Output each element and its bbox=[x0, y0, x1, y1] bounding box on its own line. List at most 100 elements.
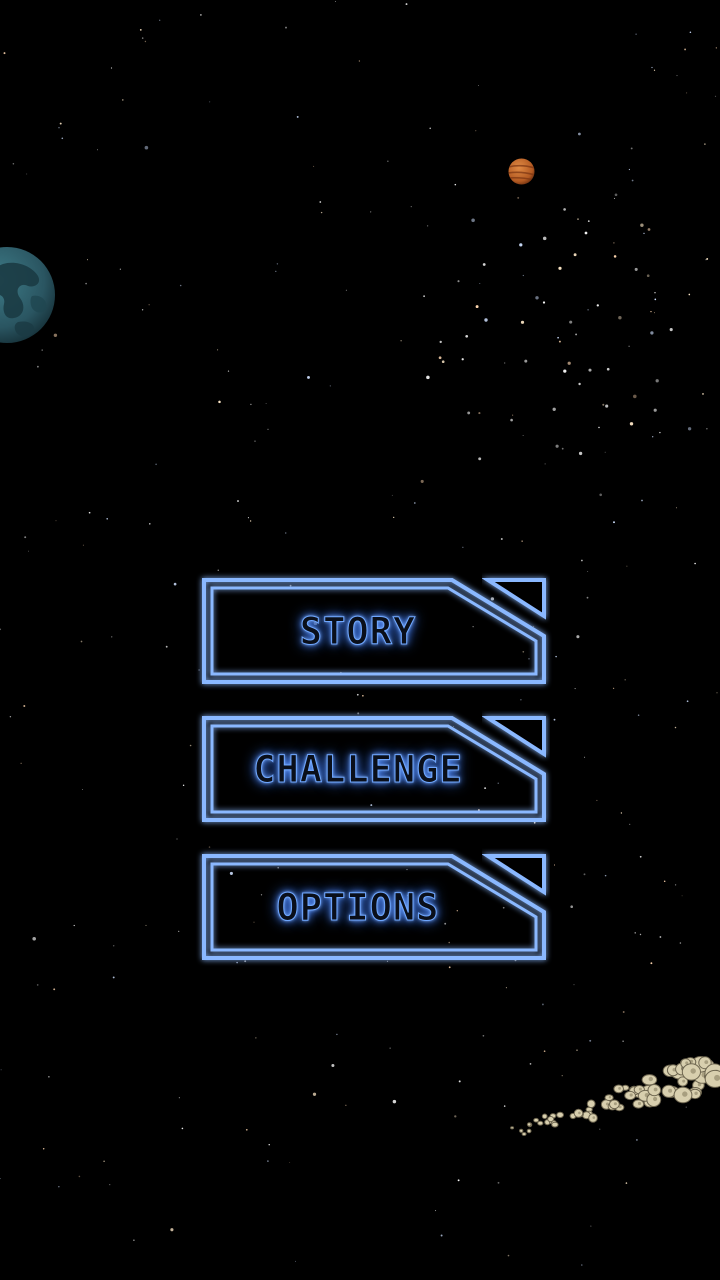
star bbox=[268, 1144, 270, 1146]
star bbox=[674, 726, 677, 729]
star bbox=[275, 270, 277, 273]
star bbox=[345, 289, 347, 291]
star bbox=[706, 428, 708, 430]
star bbox=[32, 937, 36, 941]
star bbox=[58, 126, 60, 129]
star bbox=[674, 884, 677, 886]
star bbox=[475, 130, 477, 132]
star bbox=[652, 436, 654, 438]
star bbox=[145, 924, 147, 926]
star bbox=[575, 333, 578, 336]
star bbox=[370, 211, 372, 213]
star bbox=[639, 855, 642, 858]
star bbox=[576, 635, 580, 639]
asteroid-crater bbox=[653, 1096, 658, 1102]
story-button[interactable]: STORY bbox=[198, 574, 550, 688]
star bbox=[178, 930, 180, 933]
star bbox=[3, 52, 6, 55]
star bbox=[651, 66, 653, 69]
star bbox=[276, 263, 279, 265]
asteroid-crater bbox=[653, 1087, 658, 1092]
star bbox=[659, 936, 662, 938]
star bbox=[144, 40, 147, 43]
star bbox=[208, 846, 211, 848]
star bbox=[329, 385, 331, 387]
star bbox=[535, 296, 539, 300]
star bbox=[313, 165, 315, 167]
star bbox=[265, 403, 267, 405]
star bbox=[149, 523, 151, 525]
star bbox=[688, 293, 691, 296]
star bbox=[55, 520, 57, 522]
star bbox=[647, 228, 651, 231]
orange-planet-icon bbox=[508, 158, 535, 185]
star bbox=[389, 1047, 391, 1049]
star bbox=[542, 301, 546, 304]
star bbox=[393, 516, 395, 519]
star bbox=[200, 14, 202, 16]
star bbox=[82, 544, 84, 546]
star bbox=[189, 744, 192, 747]
asteroid-crater bbox=[704, 1060, 709, 1064]
star bbox=[588, 368, 592, 372]
star bbox=[643, 232, 645, 235]
star bbox=[387, 160, 389, 162]
star bbox=[426, 375, 430, 380]
star bbox=[423, 295, 425, 298]
challenge-button[interactable]: CHALLENGE bbox=[198, 712, 550, 826]
star bbox=[237, 500, 239, 502]
star bbox=[144, 145, 149, 150]
star bbox=[454, 1115, 457, 1118]
options-button[interactable]: OPTIONS bbox=[198, 850, 550, 964]
story-label: STORY bbox=[299, 610, 417, 654]
star bbox=[702, 392, 704, 395]
star bbox=[58, 1186, 60, 1188]
star bbox=[510, 418, 513, 422]
star bbox=[119, 268, 121, 270]
star bbox=[634, 932, 636, 934]
star bbox=[112, 945, 115, 947]
asteroid bbox=[547, 1116, 555, 1123]
star bbox=[635, 33, 637, 35]
star bbox=[505, 987, 507, 989]
star bbox=[622, 1011, 625, 1013]
star bbox=[587, 571, 589, 573]
star bbox=[583, 873, 586, 876]
star bbox=[689, 31, 692, 34]
star bbox=[567, 361, 571, 365]
star bbox=[103, 1160, 105, 1163]
star bbox=[467, 411, 471, 415]
star bbox=[561, 447, 564, 450]
star bbox=[637, 714, 640, 716]
star bbox=[613, 521, 615, 524]
star bbox=[209, 101, 211, 103]
star bbox=[517, 196, 520, 199]
star bbox=[457, 1179, 460, 1182]
star bbox=[669, 328, 673, 332]
star bbox=[663, 880, 666, 883]
star bbox=[640, 223, 644, 227]
star bbox=[475, 305, 479, 309]
star bbox=[629, 422, 634, 426]
star bbox=[654, 298, 657, 301]
star bbox=[484, 318, 488, 322]
star bbox=[249, 520, 252, 522]
asteroid-crater bbox=[618, 1087, 621, 1090]
star bbox=[557, 336, 559, 339]
star bbox=[590, 1225, 592, 1227]
star bbox=[334, 0, 336, 2]
star bbox=[457, 280, 460, 283]
star bbox=[110, 67, 113, 69]
star bbox=[109, 1184, 111, 1186]
star bbox=[587, 220, 590, 222]
star bbox=[639, 933, 642, 936]
star bbox=[654, 291, 656, 294]
star bbox=[624, 678, 626, 681]
asteroid bbox=[519, 1128, 524, 1133]
star bbox=[544, 463, 546, 465]
star bbox=[28, 550, 29, 552]
star bbox=[705, 259, 707, 261]
star bbox=[586, 596, 589, 599]
star bbox=[578, 382, 581, 386]
star bbox=[217, 569, 219, 571]
